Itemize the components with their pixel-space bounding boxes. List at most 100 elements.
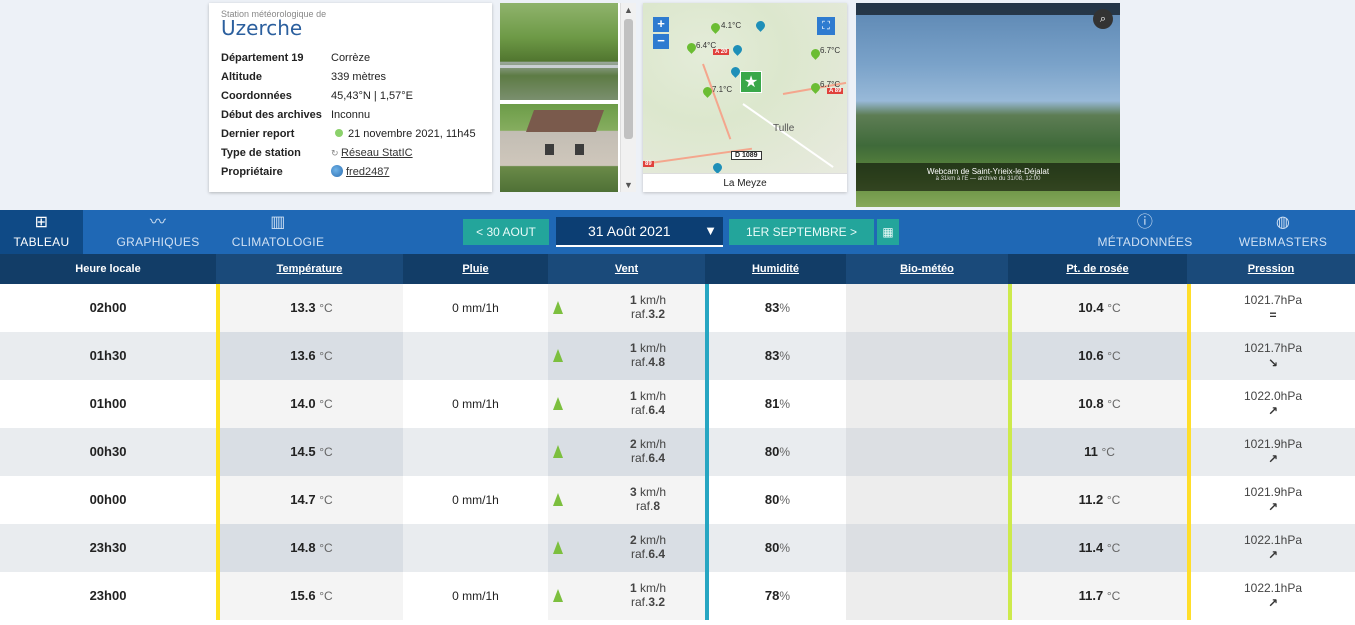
header-temperature[interactable]: Température xyxy=(216,254,403,284)
wind-cell: 1 km/h raf.3.2 xyxy=(548,284,705,332)
wind-values: 1 km/h raf.3.2 xyxy=(603,293,693,321)
wind-gust: raf.4.8 xyxy=(603,355,693,369)
biometeo-cell xyxy=(846,524,1008,572)
station-photo-2[interactable] xyxy=(500,104,618,192)
map-city-label: Tulle xyxy=(773,123,795,134)
scroll-down-icon[interactable]: ▼ xyxy=(624,180,633,190)
header-dewpoint[interactable]: Pt. de rosée xyxy=(1008,254,1187,284)
pressure-number: 1021.9 xyxy=(1243,437,1281,451)
dewpoint-cell: 10.4 °C xyxy=(1008,284,1187,332)
tab-webmasters[interactable]: ◍ WEBMASTERS xyxy=(1228,210,1338,254)
gust-prefix: raf. xyxy=(630,355,649,369)
station-photo-1[interactable] xyxy=(500,3,618,100)
tab-graphiques[interactable]: 〰 GRAPHIQUES xyxy=(106,210,210,254)
temperature-unit: °C xyxy=(319,445,333,459)
webcam-image[interactable]: ⌕ Webcam de Saint-Yrieix-le-Déjalat à 31… xyxy=(856,3,1120,207)
fullscreen-icon[interactable]: ⛶ xyxy=(817,17,835,35)
road-tag: A 89 xyxy=(827,88,844,94)
temperature-cell: 14.8 °C xyxy=(216,524,403,572)
map-zoom-out-button[interactable]: − xyxy=(653,34,669,49)
wind-values: 1 km/h raf.3.2 xyxy=(603,581,693,609)
humidity-value: 80 xyxy=(764,492,780,507)
wind-speed-value: 2 xyxy=(629,437,637,451)
tab-tableau[interactable]: ⊞ TABLEAU xyxy=(0,210,83,254)
rain-cell: 0 mm/1h xyxy=(403,284,548,332)
map-zoom-in-button[interactable]: + xyxy=(653,17,669,32)
pressure-unit: hPa xyxy=(1280,293,1303,307)
table-row: 23h00 15.6 °C 0 mm/1h 1 km/h raf.3.2 78%… xyxy=(0,572,1355,620)
tab-label: CLIMATOLOGIE xyxy=(231,235,325,249)
rain-cell: 0 mm/1h xyxy=(403,380,548,428)
pressure-cell: 1022.1hPa ↗ xyxy=(1187,524,1355,572)
dewpoint-value: 11.2 xyxy=(1078,492,1104,507)
tab-label: TABLEAU xyxy=(13,235,70,249)
rain-cell xyxy=(403,428,548,476)
pressure-value: 1022.0hPa xyxy=(1191,389,1355,403)
pressure-number: 1021.9 xyxy=(1243,485,1281,499)
humidity-cell: 80% xyxy=(705,524,846,572)
tab-metadonnees[interactable]: ⓘ MÉTADONNÉES xyxy=(1090,210,1200,254)
previous-day-button[interactable]: < 30 AOUT xyxy=(463,219,549,245)
station-star-icon[interactable]: ★ xyxy=(740,71,762,93)
wind-speed-value: 1 xyxy=(629,389,637,403)
header-rain[interactable]: Pluie xyxy=(403,254,548,284)
wind-unit: km/h xyxy=(640,389,667,403)
photos-scrollbar[interactable]: ▲ ▼ xyxy=(620,3,636,192)
dewpoint-unit: °C xyxy=(1107,301,1121,315)
next-day-button[interactable]: 1ER SEPTEMBRE > xyxy=(729,219,874,245)
zoom-icon[interactable]: ⌕ xyxy=(1093,9,1113,29)
dewpoint-value: 10.8 xyxy=(1078,396,1104,411)
dewpoint-cell: 11.2 °C xyxy=(1008,476,1187,524)
dewpoint-cell: 11.4 °C xyxy=(1008,524,1187,572)
header-humidity[interactable]: Humidité xyxy=(705,254,846,284)
scroll-up-icon[interactable]: ▲ xyxy=(624,5,633,15)
pressure-trend-icon: ↗ xyxy=(1267,596,1279,610)
wind-speed: 2 km/h xyxy=(603,533,693,547)
header-pressure[interactable]: Pression xyxy=(1187,254,1355,284)
dewpoint-cell: 10.6 °C xyxy=(1008,332,1187,380)
temperature-value: 14.0 xyxy=(290,396,316,411)
station-photos[interactable]: ▲ ▼ xyxy=(500,3,636,192)
humidity-unit: % xyxy=(779,349,791,363)
pressure-trend-icon: = xyxy=(1269,308,1277,322)
pressure-unit: hPa xyxy=(1280,533,1303,547)
wind-speed: 2 km/h xyxy=(603,437,693,451)
chevron-down-icon: ▼ xyxy=(704,223,717,238)
dewpoint-unit: °C xyxy=(1106,541,1121,555)
header-biometeo[interactable]: Bio-météo xyxy=(846,254,1008,284)
info-icon: ⓘ xyxy=(1136,214,1154,231)
header-wind[interactable]: Vent xyxy=(548,254,705,284)
temperature-unit: °C xyxy=(319,541,333,555)
detail-row: Type de station ↻ Réseau StatIC xyxy=(221,143,476,162)
humidity-value: 80 xyxy=(764,540,780,555)
biometeo-cell xyxy=(846,380,1008,428)
wind-values: 3 km/h raf.8 xyxy=(603,485,693,513)
date-select[interactable]: 31 Août 2021 ▼ xyxy=(556,217,723,247)
temperature-value: 15.6 xyxy=(290,588,316,603)
pressure-value: 1021.9hPa xyxy=(1191,485,1355,499)
scroll-thumb[interactable] xyxy=(624,19,633,139)
tab-climatologie[interactable]: ▥ CLIMATOLOGIE xyxy=(228,210,328,254)
station-type-link[interactable]: Réseau StatIC xyxy=(341,147,413,159)
detail-value: Inconnu xyxy=(331,108,371,121)
humidity-unit: % xyxy=(779,493,791,507)
detail-row: Début des archives Inconnu xyxy=(221,105,476,124)
gust-value: 4.8 xyxy=(648,355,666,369)
dewpoint-value: 11 xyxy=(1084,444,1098,459)
map-temp-label: 7.1°C xyxy=(712,85,733,94)
detail-key: Propriétaire xyxy=(221,165,283,178)
pressure-cell: 1021.7hPa = xyxy=(1187,284,1355,332)
network-icon: ↻ xyxy=(331,147,342,158)
calendar-icon[interactable]: ▦ xyxy=(877,219,899,245)
owner-link[interactable]: fred2487 xyxy=(346,166,389,178)
gust-prefix: raf. xyxy=(630,307,649,321)
detail-key: Dernier report xyxy=(221,127,295,140)
map-temp-label: 6.7°C xyxy=(820,46,841,55)
photo-railing xyxy=(500,65,618,68)
gust-value: 6.4 xyxy=(648,547,666,561)
station-details: Département 19 Corrèze Altitude 339 mètr… xyxy=(221,48,476,181)
wind-direction-icon xyxy=(553,589,563,602)
header-hour: Heure locale xyxy=(75,263,141,275)
station-map[interactable]: + − ⛶ 4.1°C 6.4°C A 20 6.7°C ★ 7.1°C 6.7… xyxy=(643,3,847,192)
humidity-unit: % xyxy=(779,541,791,555)
